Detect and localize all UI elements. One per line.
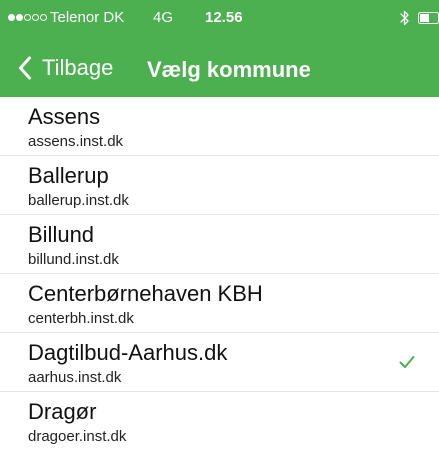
signal-dot	[24, 14, 31, 21]
list-item-billund[interactable]: Billund billund.inst.dk	[0, 215, 439, 274]
carrier-name: Telenor DK	[50, 9, 125, 26]
chevron-left-icon	[19, 56, 31, 80]
checkmark-icon	[399, 356, 415, 368]
signal-dot	[16, 14, 23, 21]
list-item-name: Assens	[28, 104, 101, 129]
app-header: Telenor DK 4G 12.56 Tilbage Vælg kommune	[0, 0, 439, 97]
list-item-dragor[interactable]: Dragør dragoer.inst.dk	[0, 392, 439, 451]
signal-dot	[32, 14, 39, 21]
list-item-url: assens.inst.dk	[28, 133, 124, 150]
list-item-url: ballerup.inst.dk	[28, 192, 129, 209]
list-item-name: Centerbørnehaven KBH	[28, 281, 263, 306]
list-item-name: Ballerup	[28, 163, 109, 188]
list-item-url: billund.inst.dk	[28, 251, 119, 268]
list-item-name: Dagtilbud-Aarhus.dk	[28, 340, 228, 365]
battery-icon	[418, 12, 439, 24]
list-item-url: centerbh.inst.dk	[28, 310, 134, 327]
municipality-list: Assens assens.inst.dk Ballerup ballerup.…	[0, 97, 439, 451]
navigation-bar: Tilbage Vælg kommune	[0, 36, 439, 97]
signal-dot	[8, 14, 15, 21]
back-button[interactable]: Tilbage	[18, 54, 113, 82]
page-title: Vælg kommune	[147, 57, 311, 82]
signal-strength-icon	[8, 14, 48, 22]
status-bar: Telenor DK 4G 12.56	[0, 0, 439, 36]
list-item-centerbornehaven[interactable]: Centerbørnehaven KBH centerbh.inst.dk	[0, 274, 439, 333]
list-item-name: Dragør	[28, 399, 97, 424]
list-item-ballerup[interactable]: Ballerup ballerup.inst.dk	[0, 156, 439, 215]
list-item-url: dragoer.inst.dk	[28, 428, 127, 445]
back-label: Tilbage	[42, 55, 114, 80]
signal-dot	[40, 14, 47, 21]
list-item-name: Billund	[28, 222, 95, 247]
status-time: 12.56	[205, 9, 243, 26]
list-item-url: aarhus.inst.dk	[28, 369, 122, 386]
network-type: 4G	[153, 9, 174, 26]
list-item-dagtilbud-aarhus[interactable]: Dagtilbud-Aarhus.dk aarhus.inst.dk	[0, 333, 439, 392]
bluetooth-icon	[400, 10, 409, 26]
list-item-assens[interactable]: Assens assens.inst.dk	[0, 97, 439, 156]
